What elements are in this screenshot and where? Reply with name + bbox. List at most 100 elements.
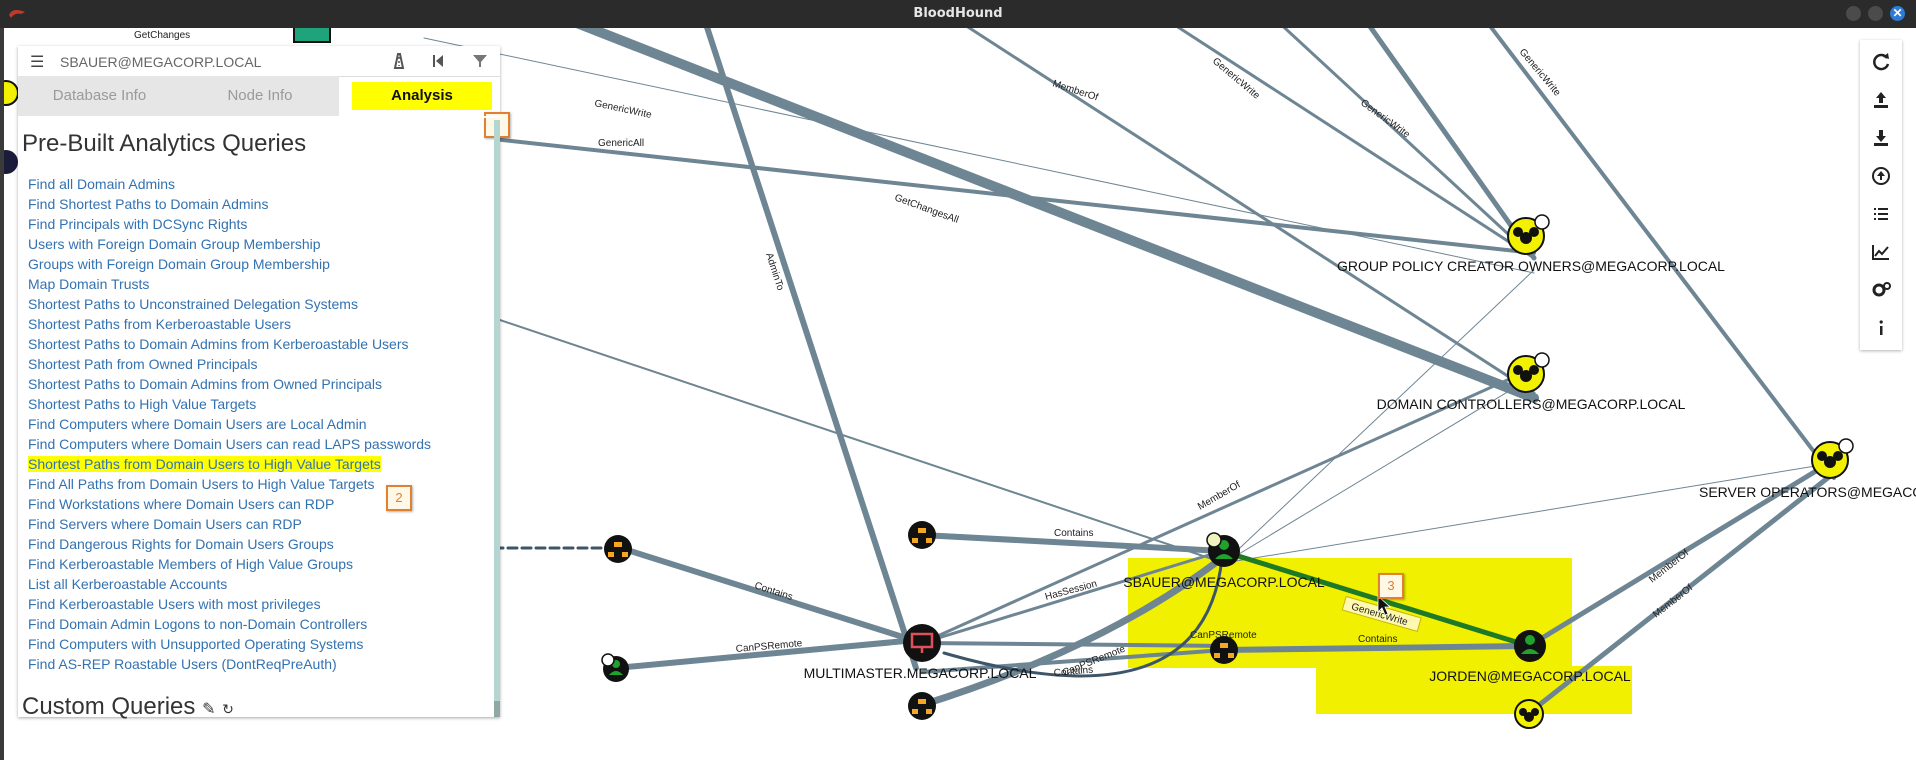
- pathfinding-icon[interactable]: [389, 51, 409, 71]
- import-icon[interactable]: [1869, 126, 1893, 150]
- node-label-multimaster: MULTIMASTER.MEGACORP.LOCAL: [804, 665, 1037, 681]
- prebuilt-query-link[interactable]: Shortest Paths to High Value Targets: [28, 396, 256, 412]
- prebuilt-query-link[interactable]: Find Computers where Domain Users are Lo…: [28, 416, 366, 432]
- settings-icon[interactable]: [1869, 278, 1893, 302]
- edge-label-contains-2: Contains: [753, 580, 794, 603]
- tab-node-info[interactable]: Node Info: [181, 76, 339, 116]
- prebuilt-query-link[interactable]: Shortest Paths from Kerberoastable Users: [28, 316, 291, 332]
- node-ou-2[interactable]: [604, 535, 632, 563]
- prebuilt-query-link[interactable]: Find Workstations where Domain Users can…: [28, 496, 334, 512]
- node-ou-1[interactable]: [908, 521, 936, 549]
- prebuilt-query-link[interactable]: Find Computers with Unsupported Operatin…: [28, 636, 363, 652]
- prebuilt-query-item[interactable]: Find AS-REP Roastable Users (DontReqPreA…: [28, 654, 488, 674]
- prebuilt-query-item[interactable]: Find Principals with DCSync Rights: [28, 214, 488, 234]
- prebuilt-query-item[interactable]: Shortest Paths to Domain Admins from Ker…: [28, 334, 488, 354]
- prebuilt-query-link[interactable]: Find Servers where Domain Users can RDP: [28, 516, 302, 532]
- back-icon[interactable]: [428, 51, 448, 71]
- node-user-left[interactable]: [601, 653, 629, 682]
- graph-canvas[interactable]: GetChanges MemberOf GenericWrite Generic…: [4, 28, 1916, 760]
- panel-scrollbar-thumb[interactable]: [494, 701, 500, 717]
- tab-database-info[interactable]: Database Info: [18, 76, 181, 116]
- prebuilt-query-link[interactable]: Shortest Paths to Unconstrained Delegati…: [28, 296, 358, 312]
- maximize-button[interactable]: [1868, 6, 1883, 21]
- prebuilt-query-item[interactable]: Find Computers with Unsupported Operatin…: [28, 634, 488, 654]
- prebuilt-query-item[interactable]: Find Workstations where Domain Users can…: [28, 494, 488, 514]
- prebuilt-query-item[interactable]: Shortest Path from Owned Principals: [28, 354, 488, 374]
- node-jorden-user[interactable]: [1514, 630, 1546, 662]
- edge-hassession[interactable]: [920, 549, 1224, 645]
- node-ou-4[interactable]: [1210, 636, 1238, 664]
- prebuilt-query-item[interactable]: Users with Foreign Domain Group Membersh…: [28, 234, 488, 254]
- prebuilt-query-item[interactable]: Shortest Paths from Domain Users to High…: [28, 454, 488, 474]
- edge-label-memberof-sbauer: MemberOf: [1196, 479, 1243, 512]
- panel-scrollbar[interactable]: [494, 120, 500, 717]
- filter-icon[interactable]: [470, 51, 490, 71]
- prebuilt-query-item[interactable]: Find all Domain Admins: [28, 174, 488, 194]
- node-search-input[interactable]: [58, 49, 382, 75]
- edge-adminto[interactable]: [704, 28, 919, 671]
- node-gpo-owners[interactable]: [1507, 214, 1550, 255]
- prebuilt-query-item[interactable]: List all Kerberoastable Accounts: [28, 574, 488, 594]
- prebuilt-query-link[interactable]: List all Kerberoastable Accounts: [28, 576, 227, 592]
- hamburger-icon[interactable]: ☰: [30, 52, 44, 72]
- prebuilt-query-link[interactable]: Map Domain Trusts: [28, 276, 149, 292]
- chart-icon[interactable]: [1869, 240, 1893, 264]
- node-multimaster-computer[interactable]: [903, 624, 941, 662]
- prebuilt-query-item[interactable]: Find Shortest Paths to Domain Admins: [28, 194, 488, 214]
- prebuilt-query-item[interactable]: Shortest Paths to High Value Targets: [28, 394, 488, 414]
- tab-analysis[interactable]: Analysis: [352, 82, 492, 110]
- edge-genericwrite-4[interactable]: [1364, 28, 1537, 261]
- prebuilt-query-item[interactable]: Find Servers where Domain Users can RDP: [28, 514, 488, 534]
- prebuilt-query-link[interactable]: Shortest Path from Owned Principals: [28, 356, 258, 372]
- node-server-operators[interactable]: [1811, 438, 1854, 479]
- info-icon[interactable]: [1869, 316, 1893, 340]
- edge-long-1[interactable]: [493, 317, 1225, 564]
- prebuilt-query-link[interactable]: Find Computers where Domain Users can re…: [28, 436, 431, 452]
- edge-genericwrite-3[interactable]: [1274, 28, 1536, 260]
- node-group-bottom[interactable]: [1514, 699, 1544, 729]
- analysis-pane: Pre-Built Analytics Queries Find all Dom…: [18, 116, 500, 719]
- prebuilt-query-item[interactable]: Map Domain Trusts: [28, 274, 488, 294]
- prebuilt-query-item[interactable]: Groups with Foreign Domain Group Members…: [28, 254, 488, 274]
- prebuilt-query-link[interactable]: Find Domain Admin Logons to non-Domain C…: [28, 616, 367, 632]
- refresh-icon[interactable]: [1869, 50, 1893, 74]
- prebuilt-query-item[interactable]: Shortest Paths to Domain Admins from Own…: [28, 374, 488, 394]
- prebuilt-query-item[interactable]: Shortest Paths from Kerberoastable Users: [28, 314, 488, 334]
- prebuilt-query-link[interactable]: Shortest Paths to Domain Admins from Own…: [28, 376, 382, 392]
- prebuilt-query-link[interactable]: Find Kerberoastable Members of High Valu…: [28, 556, 353, 572]
- edge-getchangesall[interactable]: [564, 28, 1539, 403]
- upload-icon[interactable]: [1869, 164, 1893, 188]
- node-ou-3[interactable]: [908, 692, 936, 720]
- close-window-button[interactable]: ✕: [1890, 6, 1905, 21]
- edge-genericwrite-highlighted[interactable]: [1219, 548, 1532, 649]
- prebuilt-query-link[interactable]: Shortest Paths to Domain Admins from Ker…: [28, 336, 409, 352]
- prebuilt-query-link[interactable]: Groups with Foreign Domain Group Members…: [28, 256, 330, 272]
- edit-pencil-icon[interactable]: ✎: [202, 701, 215, 718]
- prebuilt-query-item[interactable]: Find Dangerous Rights for Domain Users G…: [28, 534, 488, 554]
- refresh-custom-icon[interactable]: ↻: [222, 701, 234, 717]
- node-domain-top[interactable]: [293, 28, 331, 43]
- prebuilt-query-link[interactable]: Find all Domain Admins: [28, 176, 175, 192]
- prebuilt-query-item[interactable]: Find Kerberoastable Users with most priv…: [28, 594, 488, 614]
- edge-genericwrite-1[interactable]: [423, 37, 1535, 274]
- prebuilt-query-link[interactable]: Find All Paths from Domain Users to High…: [28, 476, 375, 492]
- prebuilt-query-link[interactable]: Users with Foreign Domain Group Membersh…: [28, 236, 321, 252]
- node-domain-controllers[interactable]: [1507, 352, 1550, 393]
- prebuilt-query-link[interactable]: Find Principals with DCSync Rights: [28, 216, 247, 232]
- prebuilt-query-item[interactable]: Find Domain Admin Logons to non-Domain C…: [28, 614, 488, 634]
- prebuilt-query-link[interactable]: Find Dangerous Rights for Domain Users G…: [28, 536, 334, 552]
- prebuilt-query-item[interactable]: Find All Paths from Domain Users to High…: [28, 474, 488, 494]
- prebuilt-query-link[interactable]: Shortest Paths from Domain Users to High…: [28, 456, 381, 472]
- prebuilt-query-link[interactable]: Find Shortest Paths to Domain Admins: [28, 196, 268, 212]
- prebuilt-query-item[interactable]: Shortest Paths to Unconstrained Delegati…: [28, 294, 488, 314]
- queries-list-icon[interactable]: [1869, 202, 1893, 226]
- export-icon[interactable]: [1869, 88, 1893, 112]
- prebuilt-query-item[interactable]: Find Computers where Domain Users are Lo…: [28, 414, 488, 434]
- prebuilt-query-link[interactable]: Find Kerberoastable Users with most priv…: [28, 596, 321, 612]
- prebuilt-query-item[interactable]: Find Kerberoastable Members of High Valu…: [28, 554, 488, 574]
- edge-thin-1[interactable]: [1223, 269, 1535, 564]
- edge-contains-jorden[interactable]: [1221, 643, 1532, 653]
- prebuilt-query-link[interactable]: Find AS-REP Roastable Users (DontReqPreA…: [28, 656, 337, 672]
- minimize-button[interactable]: [1846, 6, 1861, 21]
- prebuilt-query-item[interactable]: Find Computers where Domain Users can re…: [28, 434, 488, 454]
